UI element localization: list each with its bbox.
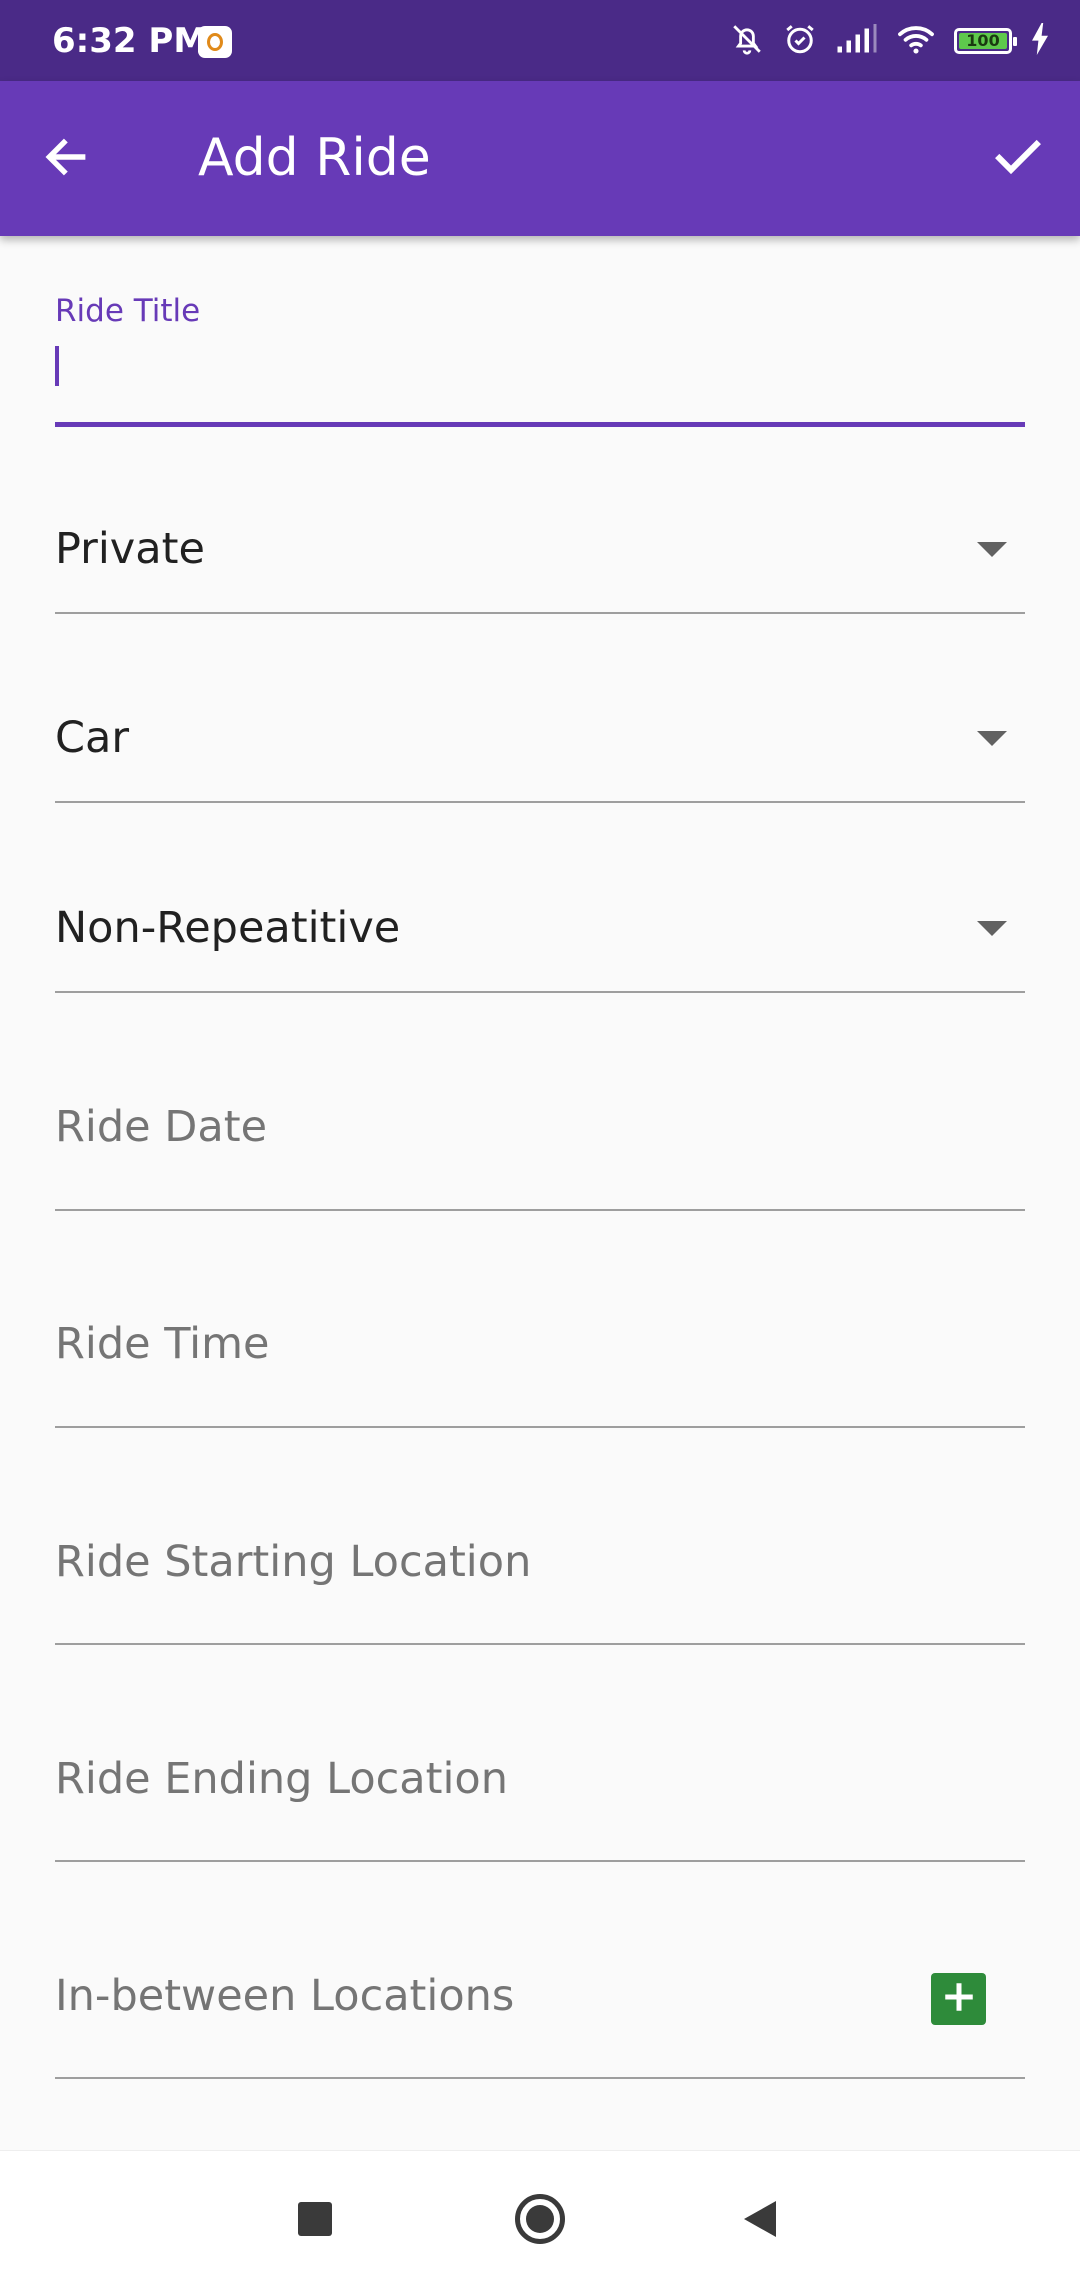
app-bar: Add Ride <box>0 81 1080 236</box>
triangle-back-icon[interactable] <box>744 2201 776 2237</box>
vehicle-underline <box>55 801 1025 803</box>
start-location-hint: Ride Starting Location <box>55 1537 532 1587</box>
plus-icon <box>944 1982 974 2016</box>
add-location-button[interactable] <box>931 1973 986 2025</box>
repeat-dropdown[interactable]: Non-Repeatitive <box>55 890 1025 996</box>
chevron-down-icon <box>977 731 1007 746</box>
save-button[interactable] <box>982 123 1054 195</box>
visibility-underline <box>55 612 1025 614</box>
bell-off-icon <box>730 21 764 61</box>
visibility-selected: Private <box>55 524 205 574</box>
system-nav-bar <box>0 2150 1080 2280</box>
square-icon[interactable] <box>298 2202 332 2236</box>
signal-icon <box>836 24 878 58</box>
repeat-selected: Non-Repeatitive <box>55 903 401 953</box>
ride-title-underline <box>55 422 1025 427</box>
page-title: Add Ride <box>198 128 431 188</box>
ride-date-hint: Ride Date <box>55 1102 268 1152</box>
status-bar: 6:32 PM 100 <box>0 0 1080 81</box>
check-icon <box>990 129 1046 189</box>
ride-time-hint: Ride Time <box>55 1319 270 1369</box>
vehicle-dropdown[interactable]: Car <box>55 700 1025 806</box>
visibility-dropdown[interactable]: Private <box>55 510 1025 616</box>
wifi-icon <box>896 23 936 59</box>
end-location-underline <box>55 1860 1025 1862</box>
chevron-down-icon <box>977 921 1007 936</box>
battery-level: 100 <box>959 33 1007 49</box>
battery-icon: 100 <box>954 28 1017 54</box>
repeat-underline <box>55 991 1025 993</box>
vehicle-selected: Car <box>55 713 130 763</box>
end-location-hint: Ride Ending Location <box>55 1754 508 1804</box>
between-locations-underline <box>55 2077 1025 2079</box>
status-time: 6:32 PM <box>52 21 208 61</box>
ride-date-underline <box>55 1209 1025 1211</box>
charging-icon <box>1030 23 1050 59</box>
arrow-left-icon <box>41 132 91 186</box>
app-notification-icon <box>198 26 232 58</box>
text-cursor <box>55 346 59 386</box>
between-locations-hint: In-between Locations <box>55 1971 515 2021</box>
between-locations-field[interactable]: In-between Locations <box>55 1959 1025 2083</box>
circle-icon[interactable] <box>515 2194 565 2244</box>
alarm-icon <box>782 21 818 61</box>
back-button[interactable] <box>30 123 102 195</box>
ride-date-field[interactable]: Ride Date <box>55 1090 1025 1214</box>
chevron-down-icon <box>977 542 1007 557</box>
start-location-underline <box>55 1643 1025 1645</box>
ride-title-label: Ride Title <box>55 293 201 329</box>
status-icons: 100 <box>730 18 1050 64</box>
end-location-field[interactable]: Ride Ending Location <box>55 1742 1025 1866</box>
ride-title-field[interactable]: Ride Title <box>55 290 1025 430</box>
ride-time-underline <box>55 1426 1025 1428</box>
ride-time-field[interactable]: Ride Time <box>55 1307 1025 1431</box>
add-ride-screen: 6:32 PM 100 Add Ride Ride Title Private … <box>0 0 1080 2280</box>
start-location-field[interactable]: Ride Starting Location <box>55 1525 1025 1649</box>
